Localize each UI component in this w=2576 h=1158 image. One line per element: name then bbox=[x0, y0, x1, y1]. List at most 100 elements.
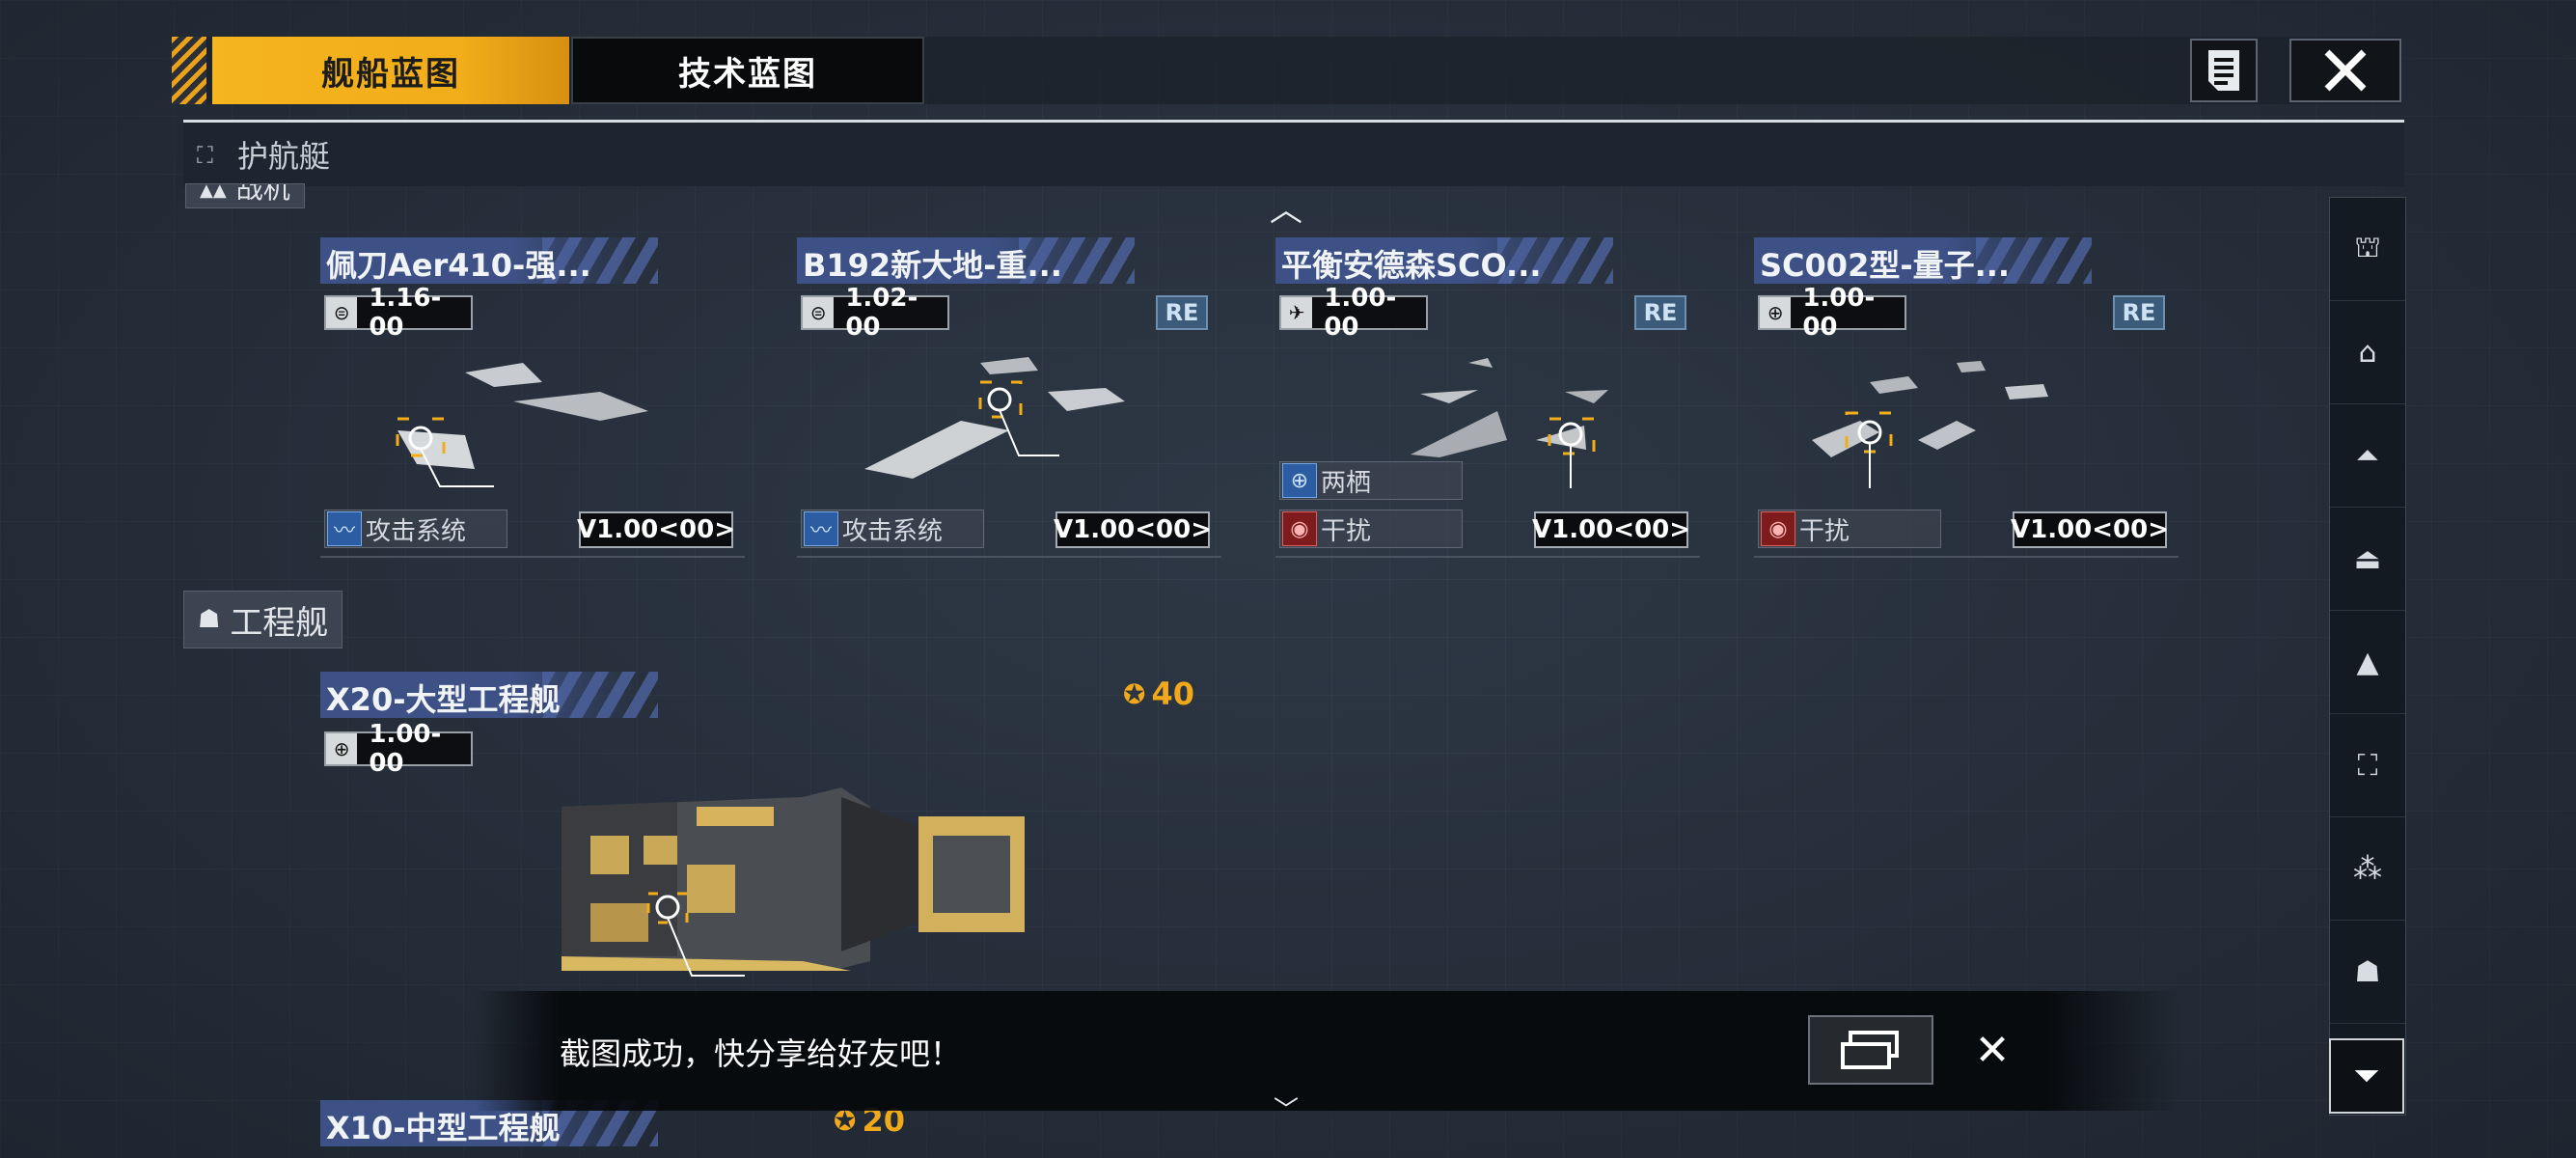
ship-class-8-icon: ☗ bbox=[2354, 954, 2381, 989]
ratio-type-icon: ✈ bbox=[1281, 297, 1313, 328]
ship-card-2[interactable]: B192新大地-重... ⊜ 1.02-00 RE 〰攻击系统 V1.00<00> bbox=[797, 237, 1248, 570]
filter-icon: ⏷ bbox=[2353, 1057, 2380, 1095]
extra-system-label: 两栖 bbox=[1321, 468, 1372, 498]
ratio-type-icon: ⊜ bbox=[326, 297, 358, 328]
tab-bar-stripe-decoration bbox=[172, 37, 206, 104]
system-tag: 〰攻击系统 bbox=[324, 510, 507, 548]
system-label: 攻击系统 bbox=[366, 516, 467, 546]
ship-image bbox=[396, 363, 648, 487]
close-icon bbox=[2324, 49, 2367, 92]
ratio-value: 1.00-00 bbox=[1802, 284, 1876, 342]
ship-ratio: ⊕ 1.00-00 bbox=[324, 720, 473, 778]
re-badge: RE bbox=[1156, 295, 1208, 330]
engineering-category-icon: ☗ bbox=[198, 605, 221, 634]
ratio-type-icon: ⊜ bbox=[803, 297, 835, 328]
ship-ratio: ⊜ 1.16-00 bbox=[324, 284, 473, 342]
category-header-escort[interactable]: ⛶ 护航艇 bbox=[183, 120, 2404, 186]
ship-title: 平衡安德森SCO... bbox=[1281, 247, 1542, 284]
ship-ratio: ⊜ 1.02-00 bbox=[801, 284, 949, 342]
notes-icon bbox=[2208, 50, 2239, 91]
tab-ship-blueprint[interactable]: 舰船蓝图 bbox=[212, 37, 569, 104]
ship-class-5-icon: ▲ bbox=[2356, 645, 2379, 679]
cost-coin-icon: ✪ bbox=[1123, 677, 1146, 710]
scroll-down-chevron-icon[interactable]: ﹀ bbox=[1274, 1090, 1299, 1126]
engineering-category-label: 工程舰 bbox=[230, 603, 329, 643]
sidebar-class-3[interactable]: ⏶ bbox=[2330, 404, 2405, 508]
ratio-value: 1.16-00 bbox=[369, 284, 442, 342]
system-tag: ◉ 干扰 bbox=[1758, 510, 1941, 548]
ship-title: X20-大型工程舰 bbox=[326, 681, 561, 718]
category-header-label: 护航艇 bbox=[237, 138, 331, 175]
escort-category-icon: ⛶ bbox=[197, 142, 213, 169]
share-button[interactable] bbox=[1808, 1015, 1933, 1085]
category-tag-fighter[interactable]: ▲▲ 战机 bbox=[185, 183, 305, 208]
version-label: V1.00<00> bbox=[1054, 511, 1212, 548]
ship-class-sidebar: ⛫ ⌂ ⏶ ⏏ ▲ ⛶ ⁂ ☗ bbox=[2329, 197, 2406, 1116]
scroll-up-chevron-icon[interactable]: ︿ bbox=[1270, 183, 1302, 231]
ship-class-6-icon: ⛶ bbox=[2357, 748, 2378, 783]
ship-image bbox=[864, 357, 1125, 479]
jamming-icon: ◉ bbox=[1761, 511, 1795, 546]
card-divider bbox=[1754, 556, 2179, 558]
fighter-category-label: 战机 bbox=[235, 183, 290, 205]
attack-system-icon: 〰 bbox=[804, 511, 838, 546]
close-button[interactable] bbox=[2289, 39, 2401, 102]
ship-class-1-icon: ⛫ bbox=[2354, 230, 2381, 264]
close-icon: ✕ bbox=[1974, 1025, 2011, 1075]
ratio-type-icon: ⊕ bbox=[326, 733, 358, 764]
jamming-icon: ◉ bbox=[1282, 511, 1317, 546]
sidebar-class-2[interactable]: ⌂ bbox=[2330, 301, 2405, 404]
amphibious-icon: ⊕ bbox=[1282, 463, 1317, 498]
card-divider bbox=[320, 556, 745, 558]
ship-image bbox=[1812, 361, 2048, 488]
ship-ratio: ✈ 1.00-00 bbox=[1279, 284, 1428, 342]
toast-close-button[interactable]: ✕ bbox=[1968, 1025, 2016, 1075]
ratio-value: 1.02-00 bbox=[845, 284, 918, 342]
sidebar-class-7[interactable]: ⁂ bbox=[2330, 817, 2405, 921]
re-badge: RE bbox=[2113, 295, 2165, 330]
version-label: V1.00<00> bbox=[577, 511, 735, 548]
ship-card-1[interactable]: 佩刀Aer410-强... ⊜ 1.16-00 〰攻击系统 V1.00<00> bbox=[320, 237, 772, 570]
system-tag: 〰攻击系统 bbox=[801, 510, 984, 548]
sidebar-class-4[interactable]: ⏏ bbox=[2330, 508, 2405, 611]
ship-class-2-icon: ⌂ bbox=[2358, 335, 2377, 370]
ship-card-4[interactable]: SC002型-量子... ⊕ 1.00-00 RE ◉ 干扰 V1.00<00> bbox=[1754, 237, 2206, 570]
version-label: V1.00<00> bbox=[1532, 511, 1690, 548]
ratio-value: 1.00-00 bbox=[369, 720, 442, 778]
fighter-category-icon: ▲▲ bbox=[200, 183, 227, 201]
notes-button[interactable] bbox=[2190, 39, 2258, 102]
system-label: 攻击系统 bbox=[842, 516, 944, 546]
system-label: 干扰 bbox=[1321, 516, 1372, 546]
screenshot-toast: 截图成功，快分享给好友吧！ ✕ bbox=[475, 991, 2182, 1111]
sidebar-class-8[interactable]: ☗ bbox=[2330, 921, 2405, 1024]
system-label: 干扰 bbox=[1799, 516, 1850, 546]
ship-class-4-icon: ⏏ bbox=[2353, 541, 2382, 576]
re-badge: RE bbox=[1634, 295, 1686, 330]
sidebar-class-1[interactable]: ⛫ bbox=[2330, 198, 2405, 301]
ratio-type-icon: ⊕ bbox=[1760, 297, 1792, 328]
share-icon bbox=[1841, 1031, 1899, 1069]
filter-button[interactable]: ⏷ bbox=[2329, 1038, 2404, 1114]
cost-value: 40 bbox=[1151, 676, 1194, 712]
extra-system-tag: ⊕ 两栖 bbox=[1279, 461, 1463, 500]
engineering-ship-card-1[interactable]: X20-大型工程舰 ⊕ 1.00-00 ✪ 40 bbox=[320, 672, 1194, 1000]
toast-message: 截图成功，快分享给好友吧！ bbox=[560, 1035, 962, 1072]
version-label: V1.00<00> bbox=[2011, 511, 2169, 548]
ship-class-7-icon: ⁂ bbox=[2353, 851, 2382, 886]
sidebar-class-6[interactable]: ⛶ bbox=[2330, 714, 2405, 817]
card-divider bbox=[797, 556, 1221, 558]
category-tag-engineering[interactable]: ☗ 工程舰 bbox=[183, 591, 343, 648]
ship-title: 佩刀Aer410-强... bbox=[326, 247, 591, 284]
ship-title: B192新大地-重... bbox=[803, 247, 1062, 284]
attack-system-icon: 〰 bbox=[327, 511, 362, 546]
system-tag: ◉ 干扰 bbox=[1279, 510, 1463, 548]
ship-card-3[interactable]: 平衡安德森SCO... ✈ 1.00-00 RE ⊕ 两栖 ◉ 干扰 V1.00<00… bbox=[1275, 237, 1727, 570]
cost-display: ✪ 40 bbox=[1123, 676, 1194, 712]
card-divider bbox=[1275, 556, 1700, 558]
ship-class-3-icon: ⏶ bbox=[2356, 438, 2379, 473]
tab-tech-blueprint[interactable]: 技术蓝图 bbox=[571, 37, 924, 104]
ratio-value: 1.00-00 bbox=[1324, 284, 1397, 342]
ship-title: SC002型-量子... bbox=[1760, 247, 2011, 284]
ship-ratio: ⊕ 1.00-00 bbox=[1758, 284, 1906, 342]
sidebar-class-5[interactable]: ▲ bbox=[2330, 611, 2405, 714]
